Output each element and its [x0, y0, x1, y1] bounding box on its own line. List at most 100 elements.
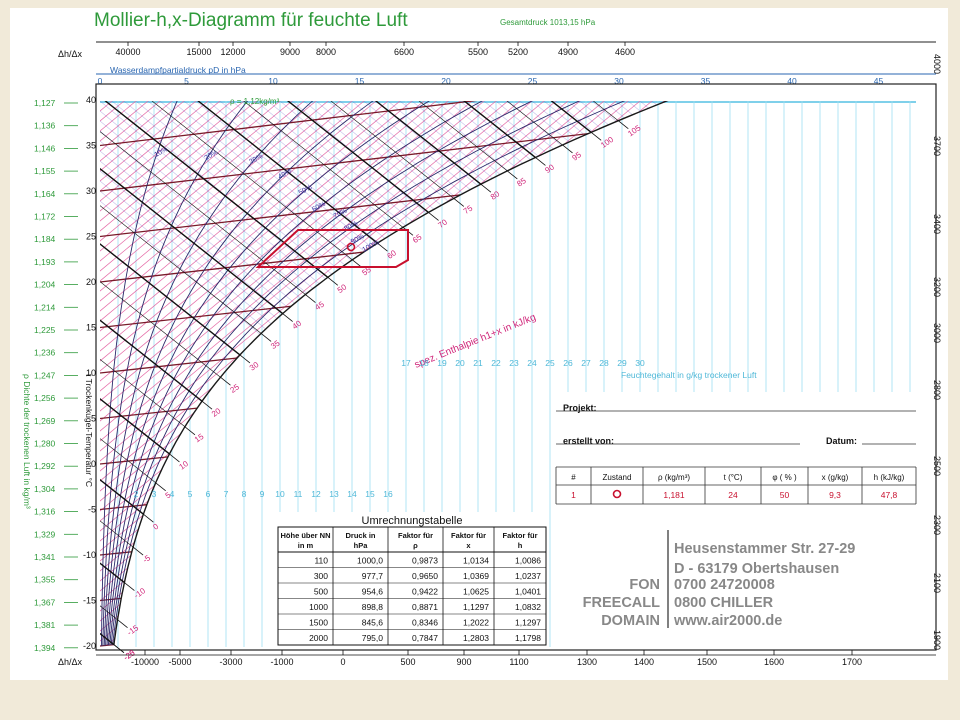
fon-label: FON	[629, 577, 660, 593]
moisture-tick-lower: 7	[224, 489, 229, 499]
top-dhdx-tick: 40000	[115, 47, 140, 57]
conversion-table-cell: 898,8	[362, 602, 384, 612]
domain-url: www.air2000.de	[673, 613, 782, 629]
conversion-table-cell: 1,2022	[463, 618, 489, 628]
moisture-tick-lower: 15	[365, 489, 375, 499]
conversion-table-cell: 795,0	[362, 633, 384, 643]
bottom-dhdx-tick: 500	[400, 657, 415, 667]
temperature-tick: 35	[86, 141, 96, 151]
density-axis-label: ρ Dichte der trockenen Luft in kg/m³	[22, 374, 32, 509]
density-tick: 1,394	[34, 643, 56, 653]
bottom-dhdx-tick: 1400	[634, 657, 654, 667]
conversion-table-cell: 1,0369	[463, 571, 489, 581]
temperature-tick: 25	[86, 232, 96, 242]
state-table-header: φ ( % )	[772, 473, 797, 482]
date-label: Datum:	[826, 436, 857, 446]
conversion-table-cell: 0,9422	[412, 587, 438, 597]
moisture-tick-upper: 25	[545, 358, 555, 368]
right-dhdx-tick: 2100	[932, 573, 942, 593]
top-dhdx-tick: 9000	[280, 47, 300, 57]
domain-label: DOMAIN	[601, 613, 660, 629]
state-table-cell: 50	[780, 490, 790, 500]
moisture-tick-upper: 27	[581, 358, 591, 368]
moisture-tick-lower: 11	[294, 489, 303, 499]
state-table-header: ρ (kg/m³)	[658, 473, 690, 482]
right-dhdx-tick: 3000	[932, 323, 942, 343]
dhdx-bottom-label: Δh/Δx	[58, 657, 83, 667]
moisture-tick-upper: 18	[419, 358, 429, 368]
moisture-tick-upper: 22	[491, 358, 501, 368]
conversion-table-cell: 1,1798	[515, 633, 541, 643]
bottom-dhdx-tick: 1300	[577, 657, 597, 667]
moisture-tick-upper: 26	[563, 358, 573, 368]
density-tick: 1,367	[34, 597, 56, 607]
right-dhdx-tick: 2300	[932, 515, 942, 535]
density-tick: 1,329	[34, 529, 56, 539]
state-table-header: h (kJ/kg)	[874, 473, 905, 482]
moisture-tick-upper: 24	[527, 358, 537, 368]
density-tick: 1,225	[34, 325, 56, 335]
top-dhdx-tick: 5200	[508, 47, 528, 57]
moisture-tick-lower: 6	[206, 489, 211, 499]
density-tick: 1,214	[34, 302, 56, 312]
top-dhdx-tick: 5500	[468, 47, 488, 57]
dhdx-top-label: Δh/Δx	[58, 49, 83, 59]
conversion-table-cell: 1,0832	[515, 602, 541, 612]
moisture-tick-upper: 29	[617, 358, 627, 368]
conversion-table-cell: 0,9873	[412, 556, 438, 566]
density-tick: 1,269	[34, 416, 56, 426]
conversion-table-cell: 300	[314, 571, 328, 581]
right-dhdx-tick: 3200	[932, 277, 942, 297]
conversion-table-cell: 0,8871	[412, 602, 438, 612]
top-dhdx-tick: 4900	[558, 47, 578, 57]
state-table-cell: 1	[571, 490, 576, 500]
density-tick: 1,316	[34, 507, 56, 517]
conversion-table-cell: 977,7	[362, 571, 384, 581]
density-tick: 1,256	[34, 393, 56, 403]
conversion-table-cell: 1,0625	[463, 587, 489, 597]
bottom-dhdx-tick: 1600	[764, 657, 784, 667]
chart-subtitle: Gesamtdruck 1013,15 hPa	[500, 18, 596, 27]
moisture-tick-upper: 21	[473, 358, 483, 368]
right-dhdx-tick: 3700	[932, 136, 942, 156]
moisture-tick-lower: 12	[311, 489, 321, 499]
right-dhdx-tick: 4000	[932, 54, 942, 74]
conversion-table-cell: 1,1297	[515, 618, 541, 628]
top-dhdx-tick: 8000	[316, 47, 336, 57]
conversion-table-cell: 1500	[309, 618, 328, 628]
bottom-dhdx-tick: 1700	[842, 657, 862, 667]
density-tick: 1,172	[34, 212, 56, 222]
state-table-header: x (g/kg)	[822, 473, 849, 482]
conversion-table-cell: 1,0134	[463, 556, 489, 566]
moisture-tick-upper: 28	[599, 358, 609, 368]
created-by-label: erstellt von:	[563, 436, 614, 446]
density-tick: 1,146	[34, 143, 56, 153]
density-tick: 1,236	[34, 348, 56, 358]
moisture-tick-lower: 9	[260, 489, 265, 499]
temperature-tick: 15	[86, 323, 96, 333]
density-tick: 1,136	[34, 121, 56, 131]
density-tick: 1,184	[34, 234, 56, 244]
chart-title: Mollier-h,x-Diagramm für feuchte Luft	[94, 10, 408, 31]
fon-number: 0700 24720008	[674, 577, 775, 593]
moisture-tick-lower: 14	[347, 489, 357, 499]
bottom-dhdx-tick: -5000	[168, 657, 191, 667]
temperature-tick: -15	[83, 596, 96, 606]
moisture-tick-upper: 23	[509, 358, 519, 368]
moisture-axis-label: Feuchtegehalt in g/kg trockener Luft	[621, 370, 757, 380]
conversion-table-cell: 1000	[309, 602, 328, 612]
density-tick: 1,247	[34, 370, 56, 380]
moisture-tick-lower: 5	[188, 489, 193, 499]
freecall-label: FREECALL	[583, 595, 660, 611]
state-table-header: #	[571, 473, 576, 482]
density-line-label: ρ = 1,12kg/m³	[230, 97, 280, 106]
state-table-header: t (°C)	[724, 473, 743, 482]
moisture-tick-lower: 10	[275, 489, 285, 499]
conversion-table-cell: 954,6	[362, 587, 384, 597]
conversion-table-cell: 110	[314, 556, 328, 566]
state-table-header: Zustand	[603, 473, 632, 482]
pd-axis-label: Wasserdampfpartialdruck pD in hPa	[110, 65, 246, 75]
moisture-tick-lower: 4	[170, 489, 175, 499]
temperature-tick: -5	[88, 505, 96, 515]
bottom-dhdx-tick: 0	[340, 657, 345, 667]
